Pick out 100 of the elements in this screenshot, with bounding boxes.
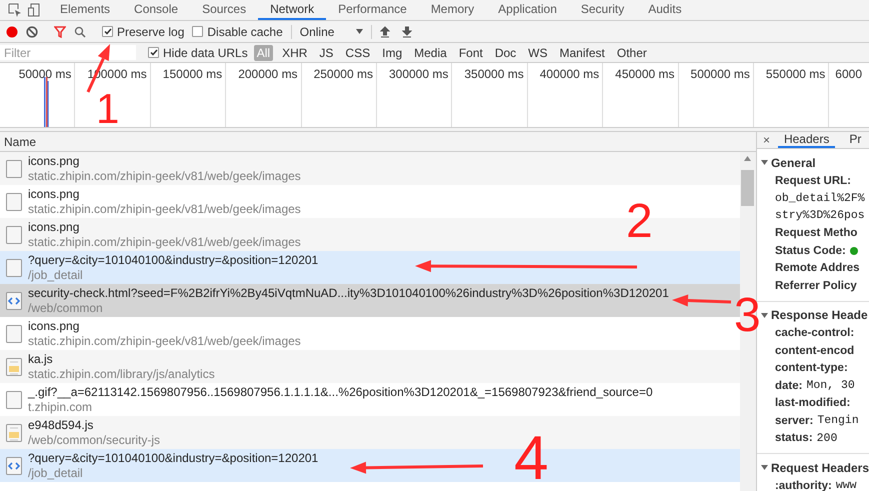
timeline-bars-drawing xyxy=(44,77,49,127)
inspect-icon[interactable] xyxy=(8,3,22,17)
scroll-up-icon[interactable] xyxy=(744,156,751,161)
request-path: /job_detail xyxy=(28,466,84,480)
request-path: static.zhipin.com/zhipin-geek/v81/web/geek/images xyxy=(28,234,301,250)
file-icon xyxy=(6,324,22,342)
type-filter[interactable]: XHR xyxy=(279,44,310,60)
header-name: last-modified: xyxy=(774,397,850,410)
request-name: icons.png xyxy=(28,220,80,234)
request-row[interactable]: ?query=&city=101040100&industry=&position=120201 /job_detail xyxy=(0,251,740,284)
section-title[interactable]: General xyxy=(770,156,816,170)
throttling-select[interactable]: Online xyxy=(300,24,364,38)
file-icon xyxy=(6,160,22,178)
type-filter[interactable]: Font xyxy=(456,44,486,60)
annotation-arrow xyxy=(672,294,732,307)
header-name: Request Metho xyxy=(774,227,858,240)
header-value: ob_detail%2F% xyxy=(774,192,865,205)
request-path: static.zhipin.com/zhipin-geek/v81/web/geek/images xyxy=(28,168,301,184)
header-name: server: xyxy=(774,414,814,427)
checkbox[interactable] xyxy=(148,47,159,58)
checkbox-label[interactable]: Preserve log xyxy=(102,24,184,38)
file-icon xyxy=(6,258,22,276)
scrollbar-thumb[interactable] xyxy=(740,170,754,206)
device-icon[interactable] xyxy=(28,3,40,17)
header-value: Mon, 30 xyxy=(806,379,855,392)
request-path: static.zhipin.com/zhipin-geek/v81/web/geek/images xyxy=(28,334,301,348)
panel-tab[interactable]: Performance xyxy=(326,0,419,20)
request-path: t.zhipin.com xyxy=(28,400,94,414)
file-icon xyxy=(6,390,22,408)
header-name: :authority: xyxy=(774,480,832,491)
time-label: 6000 xyxy=(835,67,862,81)
panel-tab[interactable]: Application xyxy=(486,0,569,20)
request-name: icons.png xyxy=(28,154,80,168)
section-title[interactable]: Response Heade xyxy=(770,308,868,322)
request-row[interactable]: ka.js static.zhipin.com/library/js/analytics xyxy=(0,350,740,383)
header-value: www xyxy=(836,479,857,491)
code-file-icon xyxy=(6,456,22,474)
header-name: status: xyxy=(774,432,813,444)
checkbox[interactable] xyxy=(102,26,113,37)
status-dot xyxy=(850,246,858,255)
request-name: ka.js xyxy=(28,352,54,366)
panel-tab[interactable]: Sources xyxy=(190,0,258,20)
checkbox-label[interactable]: Disable cache xyxy=(192,24,283,38)
triangle-icon[interactable] xyxy=(760,464,768,471)
request-path: /web/common xyxy=(28,300,104,316)
column-header[interactable]: Name xyxy=(4,134,36,148)
time-label: 150000 ms xyxy=(162,67,222,81)
time-label: 50000 ms xyxy=(18,67,72,81)
upload-icon[interactable] xyxy=(380,26,390,38)
request-row[interactable]: icons.png static.zhipin.com/zhipin-geek/v81/web/geek/images xyxy=(0,152,740,185)
clear-icon[interactable] xyxy=(26,26,38,38)
time-label: 500000 ms xyxy=(690,67,750,81)
panel-tab[interactable]: Elements xyxy=(48,0,122,20)
time-label: 250000 ms xyxy=(314,67,373,81)
header-value: stry%3D%26pos xyxy=(774,209,865,222)
panel-tab[interactable]: Audits xyxy=(636,0,694,20)
header-name: cache-control: xyxy=(774,327,854,340)
type-filter[interactable]: CSS xyxy=(342,44,374,60)
annotation-number: 1 xyxy=(96,88,120,130)
header-name: Remote Addres xyxy=(774,262,860,274)
type-filter[interactable]: Doc xyxy=(492,44,520,60)
header-name: Status Code: xyxy=(774,244,846,257)
request-name: icons.png xyxy=(28,186,80,202)
panel-tab[interactable]: Security xyxy=(568,0,636,20)
panel-tab[interactable]: Console xyxy=(122,0,190,20)
header-name: Request URL: xyxy=(774,174,851,187)
request-name: security-check.html?seed=F%2B2ifrYi%2By45iVqtmNuAD...ity%3D101040100%26industry%3D%26position%3D120201 xyxy=(28,286,669,300)
type-filter[interactable]: Other xyxy=(614,44,650,60)
filter-icon[interactable] xyxy=(54,26,66,38)
search-icon[interactable] xyxy=(74,26,86,38)
time-label: 450000 ms xyxy=(615,67,675,81)
close-icon[interactable]: × xyxy=(762,132,770,148)
request-name: ?query=&city=101040100&industry=&position=120201 xyxy=(28,252,318,268)
section-title[interactable]: Request Headers xyxy=(770,460,869,474)
triangle-icon[interactable] xyxy=(760,159,768,166)
details-tab[interactable]: Pr xyxy=(843,132,868,148)
type-filter[interactable]: Media xyxy=(411,44,450,60)
type-filter[interactable]: Manifest xyxy=(556,44,608,60)
record-icon[interactable] xyxy=(6,26,18,38)
filter-field[interactable]: Filter xyxy=(0,45,136,60)
triangle-icon[interactable] xyxy=(760,312,768,318)
request-path: /job_detail xyxy=(28,268,84,282)
type-filter[interactable]: JS xyxy=(316,44,336,60)
checkbox[interactable] xyxy=(192,26,204,37)
time-label: 550000 ms xyxy=(766,67,826,81)
details-tab[interactable]: Headers xyxy=(778,132,836,148)
time-label: 400000 ms xyxy=(540,67,600,81)
time-label: 300000 ms xyxy=(388,67,448,81)
type-filter[interactable]: Img xyxy=(379,44,406,60)
dropdown-caret-icon[interactable] xyxy=(356,28,364,34)
request-path: static.zhipin.com/library/js/analytics xyxy=(28,366,215,382)
request-name: ?query=&city=101040100&industry=&position=120201 xyxy=(28,450,318,466)
panel-tab[interactable]: Memory xyxy=(418,0,486,20)
js-file-icon xyxy=(6,424,22,442)
header-name: content-encod xyxy=(774,344,854,357)
code-file-icon xyxy=(6,292,22,310)
download-icon[interactable] xyxy=(402,26,412,38)
request-path: /web/common/security-js xyxy=(28,432,160,448)
type-filter[interactable]: WS xyxy=(525,44,551,60)
checkbox-label[interactable]: Hide data URLs xyxy=(148,46,248,60)
